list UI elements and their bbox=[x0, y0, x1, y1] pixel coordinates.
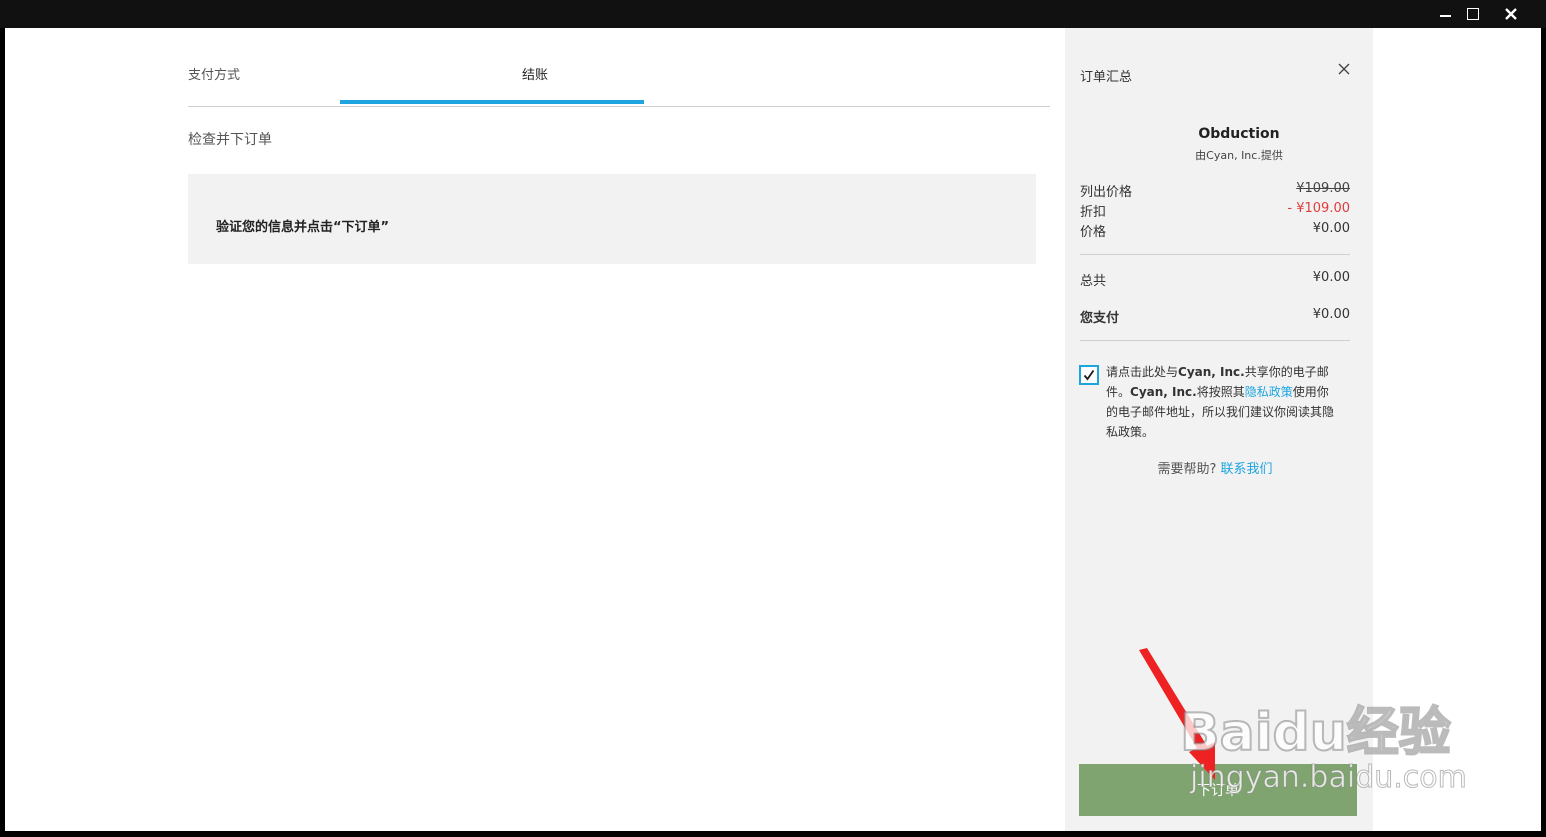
you-pay-value: ¥0.00 bbox=[1312, 307, 1350, 322]
verify-info-text: 验证您的信息并点击“下订单” bbox=[216, 220, 390, 235]
tab-checkout[interactable]: 结账 bbox=[522, 64, 548, 83]
total-row: 总共 ¥0.00 bbox=[1080, 270, 1350, 289]
close-icon[interactable] bbox=[1501, 4, 1521, 24]
list-price-value: ¥109.00 bbox=[1296, 181, 1350, 196]
maximize-icon[interactable] bbox=[1463, 4, 1483, 24]
discount-value: - ¥109.00 bbox=[1287, 201, 1350, 216]
contact-us-link[interactable]: 联系我们 bbox=[1221, 462, 1273, 477]
company-name: Cyan, Inc. bbox=[1178, 365, 1245, 379]
checkout-window: 支付方式 结账 检查并下订单 验证您的信息并点击“下订单” 订单汇总 Obduc… bbox=[5, 28, 1541, 831]
consent-text: 将按照其 bbox=[1196, 385, 1245, 399]
tab-payment-method[interactable]: 支付方式 bbox=[188, 64, 240, 83]
list-price-label: 列出价格 bbox=[1080, 185, 1133, 200]
divider bbox=[1080, 340, 1350, 341]
verify-info-box: 验证您的信息并点击“下订单” bbox=[188, 174, 1036, 264]
close-panel-icon[interactable] bbox=[1335, 61, 1353, 79]
company-name: Cyan, Inc. bbox=[1130, 385, 1197, 399]
privacy-policy-link[interactable]: 隐私政策 bbox=[1245, 385, 1293, 399]
active-tab-indicator bbox=[340, 100, 644, 104]
list-price-row: 列出价格 ¥109.00 bbox=[1080, 181, 1350, 200]
price-value: ¥0.00 bbox=[1312, 221, 1350, 236]
price-label: 价格 bbox=[1080, 225, 1107, 240]
window-titlebar bbox=[0, 0, 1546, 28]
discount-row: 折扣 - ¥109.00 bbox=[1080, 201, 1350, 220]
help-text: 需要帮助? bbox=[1157, 462, 1217, 477]
checkmark-icon bbox=[1083, 369, 1095, 381]
minimize-icon[interactable] bbox=[1435, 4, 1455, 24]
share-email-checkbox[interactable] bbox=[1079, 365, 1099, 385]
section-title: 检查并下订单 bbox=[188, 132, 272, 148]
total-value: ¥0.00 bbox=[1312, 270, 1350, 285]
you-pay-label: 您支付 bbox=[1080, 311, 1120, 326]
share-email-consent: 请点击此处与Cyan, Inc.共享你的电子邮件。Cyan, Inc.将按照其隐… bbox=[1106, 362, 1338, 442]
price-row: 价格 ¥0.00 bbox=[1080, 221, 1350, 240]
red-arrow-annotation bbox=[1139, 648, 1215, 780]
order-summary-title: 订单汇总 bbox=[1080, 70, 1133, 85]
product-publisher: 由Cyan, Inc.提供 bbox=[1195, 149, 1283, 162]
discount-label: 折扣 bbox=[1080, 205, 1107, 220]
divider bbox=[1080, 254, 1350, 255]
you-pay-row: 您支付 ¥0.00 bbox=[1080, 307, 1350, 326]
total-label: 总共 bbox=[1080, 274, 1107, 289]
product-name: Obduction bbox=[1198, 126, 1280, 142]
help-line: 需要帮助? 联系我们 bbox=[1080, 458, 1350, 477]
consent-text: 请点击此处与 bbox=[1106, 365, 1179, 379]
